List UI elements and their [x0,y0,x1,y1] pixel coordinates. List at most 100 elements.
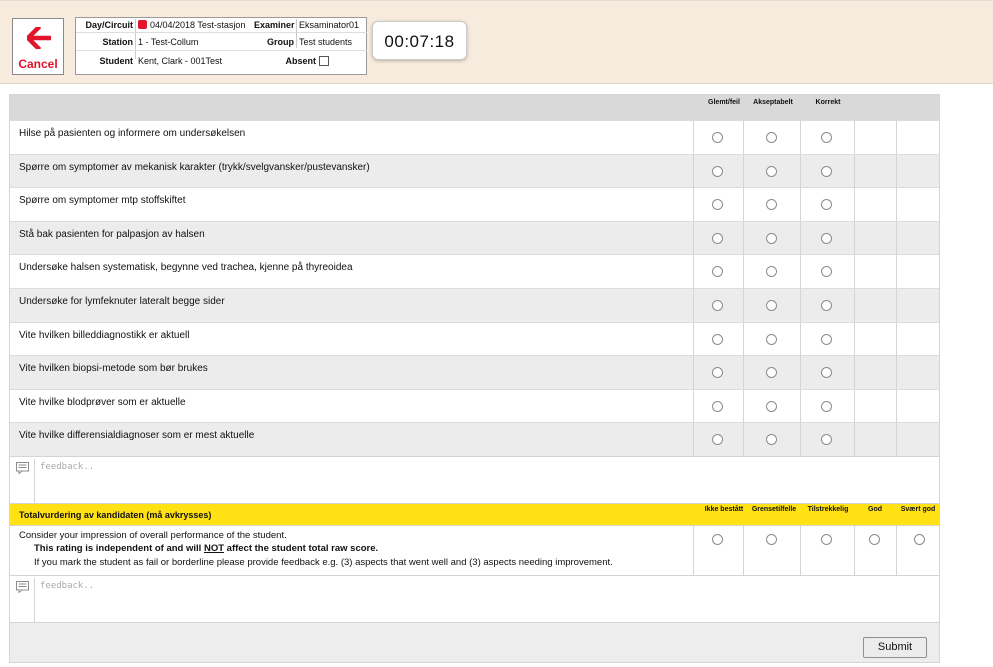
checklist-item-label: Vite hvilke blodprøver som er aktuelle [19,396,186,408]
student-value: Kent, Clark - 001Test [138,56,223,66]
radio-korrekt[interactable] [821,299,832,311]
examiner-value: Eksaminator01 [299,20,360,30]
divider [76,50,367,51]
radio-korrekt[interactable] [821,232,832,244]
radio-korrekt[interactable] [821,266,832,278]
cell-divider [693,188,694,221]
radio-korrekt[interactable] [821,199,832,211]
checklist-rows: Hilse på pasienten og informere om under… [10,120,939,456]
cell-divider [896,188,897,221]
radio-glemt-feil[interactable] [712,400,723,412]
checklist-row: Spørre om symptomer av mekanisk karakter… [10,153,939,188]
radio-korrekt[interactable] [821,132,832,143]
cell-divider [743,389,744,423]
radio-glemt-feil[interactable] [712,132,723,143]
checklist-row: Vite hvilke differensialdiagnoser som er… [10,422,939,456]
cell-divider [854,356,855,389]
cell-divider [800,356,801,389]
rating-radio-tilstrekkelig[interactable] [821,533,832,545]
cell-divider [743,322,744,356]
rating-instruction-3: If you mark the student as fail or borde… [34,556,613,568]
radio-akseptabelt[interactable] [766,266,777,278]
checklist-item-label: Undersøke halsen systematisk, begynne ve… [19,262,353,274]
cell-divider [743,188,744,221]
divider [76,32,367,33]
examiner-label: Examiner [254,20,295,30]
checklist-row: Stå bak pasienten for palpasjon av halse… [10,220,939,255]
radio-korrekt[interactable] [821,400,832,412]
cell-divider [693,322,694,356]
radio-glemt-feil[interactable] [712,165,723,177]
cell-divider [693,255,694,288]
cell-divider [896,288,897,322]
radio-akseptabelt[interactable] [766,434,777,446]
form-footer: Submit [10,621,939,662]
radio-glemt-feil[interactable] [712,266,723,278]
cell-divider [800,322,801,356]
group-label: Group [267,37,294,47]
rating-radio-ikke-bestatt[interactable] [712,533,723,545]
radio-akseptabelt[interactable] [766,400,777,412]
radio-akseptabelt[interactable] [766,232,777,244]
cell-divider [800,188,801,221]
radio-akseptabelt[interactable] [766,165,777,177]
rating-header-god: God [868,505,882,513]
radio-glemt-feil[interactable] [712,367,723,379]
cell-divider [896,423,897,456]
day-circuit-label: Day/Circuit [85,20,133,30]
total-rating-header: Totalvurdering av kandidaten (må avkryss… [10,502,939,525]
cell-divider [854,221,855,255]
checklist-feedback-input[interactable] [36,456,939,503]
cell-divider [743,255,744,288]
radio-glemt-feil[interactable] [712,333,723,345]
cell-divider [896,356,897,389]
radio-glemt-feil[interactable] [712,199,723,211]
radio-akseptabelt[interactable] [766,199,777,211]
checklist-feedback [10,455,939,504]
cell-divider [800,121,801,154]
checklist-row: Vite hvilken biopsi-metode som bør bruke… [10,355,939,389]
rating-radio-god[interactable] [869,533,880,545]
checklist-row: Undersøke for lymfeknuter lateralt begge… [10,287,939,322]
cell-divider [896,121,897,154]
cell-divider [693,356,694,389]
absent-checkbox[interactable] [319,56,329,66]
overall-feedback-input[interactable] [36,575,939,622]
radio-glemt-feil[interactable] [712,434,723,446]
overall-feedback [10,574,939,623]
day-circuit-value: 04/04/2018 Test-stasjon [138,20,245,30]
checklist-item-label: Hilse på pasienten og informere om under… [19,128,246,139]
total-rating-title: Totalvurdering av kandidaten (må avkryss… [19,509,212,520]
radio-akseptabelt[interactable] [766,132,777,143]
cell-divider [854,188,855,221]
radio-korrekt[interactable] [821,434,832,446]
submit-button[interactable]: Submit [863,636,927,658]
cell-divider [743,154,744,188]
cell-divider [896,389,897,423]
radio-glemt-feil[interactable] [712,232,723,244]
cell-divider [854,288,855,322]
cell-divider [854,322,855,356]
day-circuit-text: 04/04/2018 Test-stasjon [150,20,246,30]
cell-divider [743,121,744,154]
checklist-item-label: Spørre om symptomer av mekanisk karakter… [19,161,370,173]
radio-akseptabelt[interactable] [766,299,777,311]
radio-korrekt[interactable] [821,165,832,177]
divider [296,19,297,48]
rating-radio-svaert-god[interactable] [914,533,925,545]
radio-akseptabelt[interactable] [766,333,777,345]
checklist-row: Vite hvilken billeddiagnostikk er aktuel… [10,321,939,356]
rating-instruction-2: This rating is independent of and will N… [34,543,378,554]
radio-akseptabelt[interactable] [766,367,777,379]
rating-radio-grensetilfelle[interactable] [766,533,777,545]
cell-divider [743,423,744,456]
cell-divider [743,221,744,255]
cell-divider [800,288,801,322]
cell-divider [693,221,694,255]
radio-korrekt[interactable] [821,333,832,345]
radio-glemt-feil[interactable] [712,299,723,311]
radio-korrekt[interactable] [821,367,832,379]
station-value: 1 - Test-Collum [138,37,199,47]
cancel-label: Cancel [18,57,58,71]
cancel-button[interactable]: Cancel [12,18,64,75]
